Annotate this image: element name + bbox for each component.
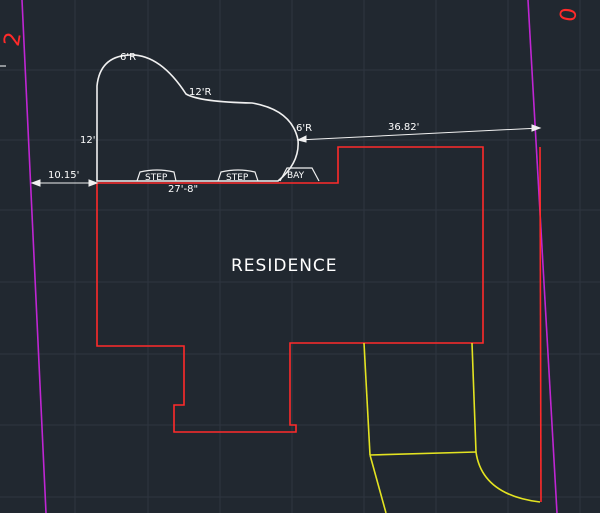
pool-outline[interactable] <box>96 54 299 182</box>
driveway-edge <box>539 146 542 503</box>
depth-label: 12' <box>80 135 95 146</box>
residence-label: RESIDENCE <box>231 256 338 276</box>
corner-mark-right: 0 <box>556 6 583 24</box>
property-line-left <box>21 0 47 513</box>
radius-label-right: 6'R <box>296 123 312 134</box>
radius-label-top-right: 12'R <box>189 87 211 98</box>
residence-outline[interactable] <box>96 146 484 433</box>
bay-label: BAY <box>287 171 305 181</box>
width-label: 27'-8" <box>168 184 198 195</box>
step-label-2: STEP <box>226 173 249 183</box>
radius-label-top-left: 6'R <box>120 52 136 63</box>
left-setback-label: 10.15' <box>48 170 79 181</box>
property-line-right <box>527 0 558 513</box>
cad-drawing-canvas[interactable]: 2 0 RESIDENCE 6'R 12'R 6'R 12' 27'-8" ST… <box>0 0 600 513</box>
step-label-1: STEP <box>145 173 168 183</box>
driveway-outline[interactable] <box>363 342 541 513</box>
right-setback-label: 36.82' <box>388 122 419 133</box>
